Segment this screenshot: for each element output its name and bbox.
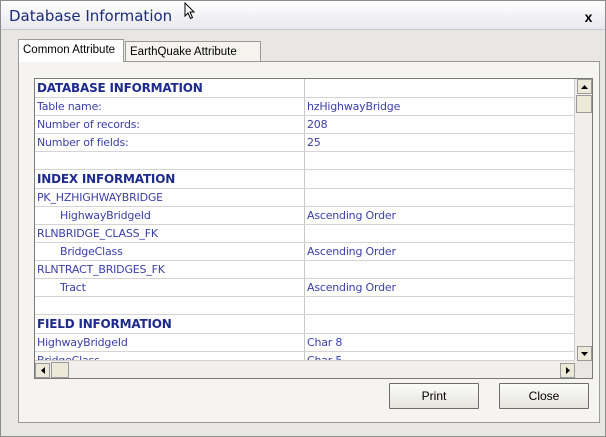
- close-icon: x: [584, 9, 593, 25]
- scroll-left-button[interactable]: [35, 363, 50, 378]
- horizontal-scroll-thumb[interactable]: [51, 362, 69, 378]
- section-header-row[interactable]: INDEX INFORMATION: [35, 169, 575, 189]
- attribute-value-cell: Ascending Order: [304, 206, 575, 225]
- horizontal-scrollbar[interactable]: [35, 360, 575, 378]
- scroll-up-button[interactable]: [577, 79, 592, 94]
- attribute-name-cell: PK_HZHIGHWAYBRIDGE: [35, 188, 305, 207]
- table-row[interactable]: PK_HZHIGHWAYBRIDGE: [35, 188, 575, 207]
- scroll-up-arrow-icon: [581, 84, 588, 89]
- attribute-value-cell: [304, 296, 575, 315]
- tab-common-attribute[interactable]: Common Attribute: [18, 39, 124, 62]
- attribute-value-cell: [304, 79, 575, 98]
- attribute-name-cell: DATABASE INFORMATION: [35, 79, 305, 98]
- tab-panel: DATABASE INFORMATION Table name: hzHighway…: [18, 61, 600, 423]
- table-row[interactable]: BridgeClass Ascending Order: [35, 242, 575, 261]
- table-row[interactable]: HighwayBridgeId Char 8: [35, 333, 575, 352]
- attribute-name-cell: Number of records:: [35, 115, 305, 134]
- attribute-name-cell: RLNBRIDGE_CLASS_FK: [35, 224, 305, 243]
- attribute-name-cell: Tract: [35, 278, 305, 297]
- attribute-name-cell: Number of fields:: [35, 133, 305, 152]
- close-button[interactable]: Close: [499, 383, 589, 409]
- table-row[interactable]: HighwayBridgeId Ascending Order: [35, 206, 575, 225]
- close-window-button[interactable]: x: [580, 10, 597, 27]
- print-button[interactable]: Print: [389, 383, 479, 409]
- attribute-value-cell: 208: [304, 115, 575, 134]
- attribute-value-cell: [304, 314, 575, 334]
- attribute-name-cell: HighwayBridgeId: [35, 333, 305, 352]
- section-header-row[interactable]: DATABASE INFORMATION: [35, 79, 575, 98]
- window-title: Database Information: [9, 7, 173, 25]
- table-row[interactable]: RLNTRACT_BRIDGES_FK: [35, 260, 575, 279]
- database-information-dialog: Database Information x Common Attribute …: [0, 0, 606, 437]
- attribute-name-cell: RLNTRACT_BRIDGES_FK: [35, 260, 305, 279]
- vertical-scroll-thumb[interactable]: [576, 95, 592, 113]
- attribute-value-cell: Ascending Order: [304, 278, 575, 297]
- table-row[interactable]: Number of records: 208: [35, 115, 575, 134]
- attribute-value-cell: [304, 151, 575, 170]
- scroll-down-arrow-icon: [581, 351, 588, 356]
- scroll-left-arrow-icon: [40, 367, 45, 374]
- table-row[interactable]: [35, 296, 575, 315]
- section-header-row[interactable]: FIELD INFORMATION: [35, 314, 575, 334]
- attribute-name-cell: BridgeClass: [35, 242, 305, 261]
- attribute-value-cell: [304, 260, 575, 279]
- attribute-value-cell: 25: [304, 133, 575, 152]
- attribute-value-cell: [304, 169, 575, 189]
- attribute-name-cell: FIELD INFORMATION: [35, 314, 305, 334]
- scroll-right-arrow-icon: [565, 367, 570, 374]
- attribute-value-cell: [304, 188, 575, 207]
- table-row[interactable]: Table name: hzHighwayBridge: [35, 97, 575, 116]
- table-row[interactable]: [35, 151, 575, 170]
- attribute-name-cell: INDEX INFORMATION: [35, 169, 305, 189]
- grid-viewport[interactable]: DATABASE INFORMATION Table name: hzHighway…: [35, 79, 575, 361]
- vertical-scrollbar[interactable]: [574, 79, 592, 361]
- table-row[interactable]: RLNBRIDGE_CLASS_FK: [35, 224, 575, 243]
- attribute-value-cell: Ascending Order: [304, 242, 575, 261]
- scroll-down-button[interactable]: [577, 346, 592, 361]
- scroll-right-button[interactable]: [560, 363, 575, 378]
- table-row[interactable]: Tract Ascending Order: [35, 278, 575, 297]
- attribute-value-cell: Char 8: [304, 333, 575, 352]
- attribute-value-cell: [304, 224, 575, 243]
- attribute-name-cell: [35, 296, 305, 315]
- table-row[interactable]: Number of fields: 25: [35, 133, 575, 152]
- attribute-name-cell: [35, 151, 305, 170]
- title-bar[interactable]: Database Information x: [1, 1, 605, 30]
- attribute-name-cell: Table name:: [35, 97, 305, 116]
- info-grid: DATABASE INFORMATION Table name: hzHighway…: [34, 78, 593, 379]
- info-table: DATABASE INFORMATION Table name: hzHighway…: [35, 79, 575, 361]
- tab-earthquake-attribute[interactable]: EarthQuake Attribute: [125, 41, 261, 61]
- mouse-cursor-icon: [184, 2, 196, 20]
- scrollbar-corner: [575, 361, 592, 378]
- attribute-value-cell: hzHighwayBridge: [304, 97, 575, 116]
- attribute-name-cell: HighwayBridgeId: [35, 206, 305, 225]
